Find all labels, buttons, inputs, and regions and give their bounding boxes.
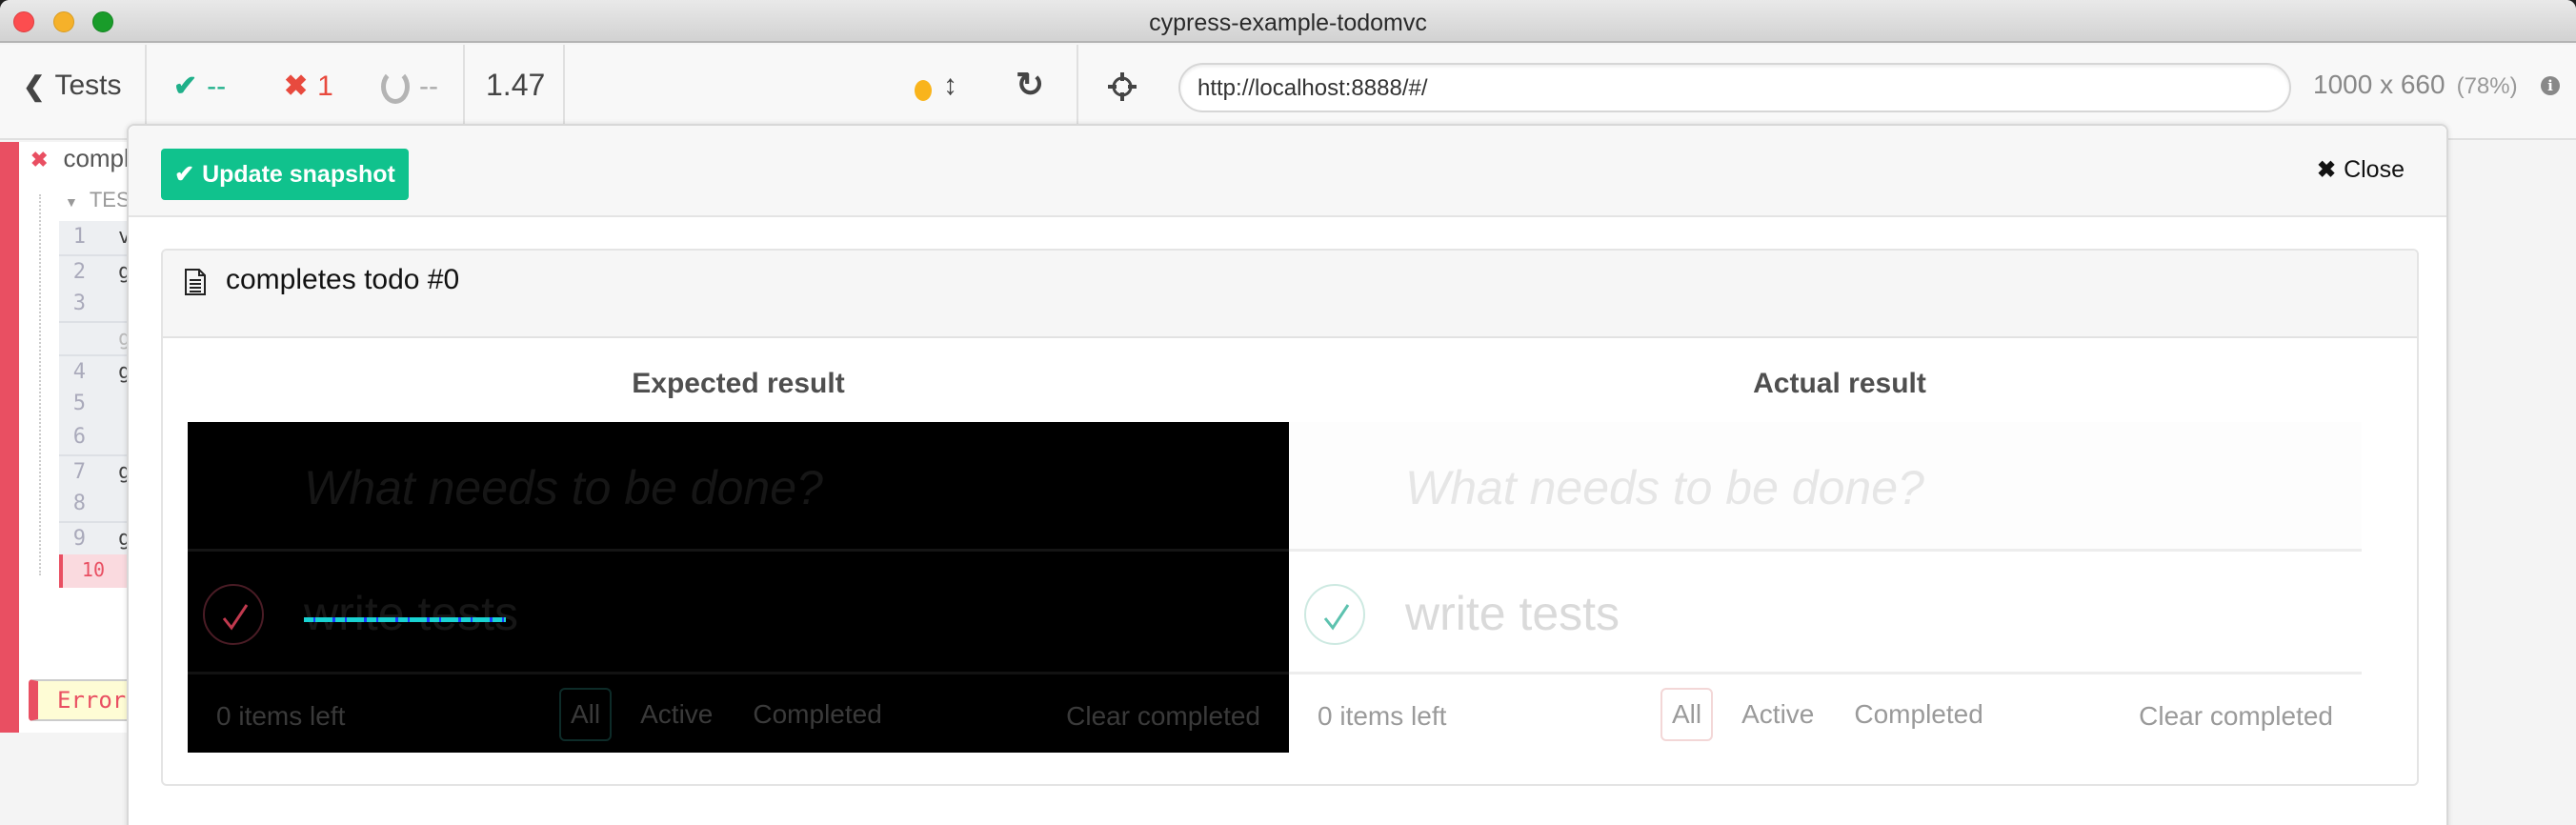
todo-footer: 0 items left All Active Completed Clear … bbox=[188, 672, 1289, 753]
run-duration: 1.47 bbox=[486, 68, 545, 103]
diff-highlight bbox=[304, 617, 506, 622]
toggle-checkbox bbox=[203, 584, 264, 645]
passed-stat: ✔ -- bbox=[173, 70, 226, 103]
new-todo-placeholder: What needs to be done? bbox=[1289, 422, 2362, 552]
items-left-count: 0 items left bbox=[216, 701, 345, 732]
todo-label: write tests bbox=[304, 586, 518, 641]
expected-snapshot-image: What needs to be done? write tests 0 ite… bbox=[188, 422, 1289, 753]
url-input[interactable]: http://localhost:8888/#/ bbox=[1178, 63, 2291, 112]
close-button[interactable]: ✖ Close bbox=[2317, 156, 2405, 184]
filter-active: Active bbox=[1730, 688, 1825, 741]
todo-footer: 0 items left All Active Completed Clear … bbox=[1289, 672, 2362, 753]
close-label: Close bbox=[2344, 156, 2405, 184]
todo-item: write tests bbox=[1289, 553, 2390, 672]
check-icon: ✔ bbox=[174, 160, 194, 189]
todo-label: write tests bbox=[1405, 586, 1620, 641]
actual-result-label: Actual result bbox=[1289, 368, 2390, 400]
command-row-failed[interactable]: 10 bbox=[59, 554, 135, 588]
command-log-panel: ✖completes todo #0 ▼TEST BODY 1visit 2ge… bbox=[0, 142, 133, 733]
viewport-size: 1000 x 660 bbox=[2313, 70, 2445, 99]
selector-playground-icon[interactable] bbox=[1107, 71, 1137, 102]
clear-completed: Clear completed bbox=[2139, 701, 2333, 732]
caret-down-icon: ▼ bbox=[65, 194, 78, 210]
snapshot-card-header: completes todo #0 bbox=[163, 251, 2417, 338]
command-row[interactable]: 9get bbox=[59, 521, 135, 554]
failed-stat: ✖ 1 bbox=[284, 70, 333, 103]
command-list: 1visit 2get 3 get 4get 5 6 7get 8 9get 1… bbox=[59, 221, 135, 588]
failed-test-indicator bbox=[0, 142, 19, 733]
pending-spinner-icon bbox=[381, 70, 410, 104]
expected-result-label: Expected result bbox=[188, 368, 1289, 400]
chevron-left-icon: ❮ bbox=[23, 70, 45, 102]
document-icon bbox=[184, 268, 207, 296]
passed-count: -- bbox=[207, 70, 226, 103]
filter-active: Active bbox=[629, 688, 724, 741]
toggle-checkbox bbox=[1304, 584, 1365, 645]
command-row[interactable]: get bbox=[59, 321, 135, 354]
auto-scroll-toggle-icon[interactable]: ↕ bbox=[943, 70, 957, 102]
command-row[interactable]: 3 bbox=[59, 288, 135, 321]
check-icon: ✔ bbox=[173, 70, 197, 103]
checkmark-icon bbox=[216, 597, 254, 635]
viewport-info: 1000 x 660 (78%) bbox=[2313, 70, 2518, 100]
x-icon: ✖ bbox=[284, 70, 308, 103]
filter-completed: Completed bbox=[1842, 688, 1994, 741]
pending-count: -- bbox=[419, 70, 438, 103]
command-row[interactable]: 2get bbox=[59, 254, 135, 288]
new-todo-placeholder: What needs to be done? bbox=[188, 422, 1289, 552]
tree-guide bbox=[39, 194, 41, 575]
checkmark-icon bbox=[1318, 597, 1356, 635]
error-message[interactable]: Error: bbox=[29, 679, 133, 721]
reload-icon[interactable]: ↻ bbox=[1016, 65, 1044, 105]
command-row[interactable]: 1visit bbox=[59, 221, 135, 254]
command-row[interactable]: 4get bbox=[59, 354, 135, 388]
todo-item: write tests bbox=[188, 553, 1289, 672]
info-icon[interactable]: i bbox=[2541, 76, 2560, 95]
title-bar: cypress-example-todomvc bbox=[0, 0, 2576, 43]
pending-stat: -- bbox=[381, 70, 438, 104]
filter-all: All bbox=[1660, 688, 1713, 741]
command-row[interactable]: 8 bbox=[59, 488, 135, 521]
actual-snapshot-image: What needs to be done? write tests 0 ite… bbox=[1289, 422, 2390, 753]
command-row[interactable]: 6 bbox=[59, 421, 135, 454]
filter-list: All Active Completed bbox=[1660, 688, 1995, 741]
snapshot-diff-modal: ✔ Update snapshot ✖ Close completes todo… bbox=[127, 124, 2448, 825]
app-window: cypress-example-todomvc ❮ Tests ✔ -- ✖ 1… bbox=[0, 0, 2576, 825]
failed-x-icon: ✖ bbox=[30, 148, 48, 171]
modal-header: ✔ Update snapshot ✖ Close bbox=[129, 126, 2446, 217]
clear-completed: Clear completed bbox=[1066, 701, 1260, 732]
filter-list: All Active Completed bbox=[559, 688, 894, 741]
items-left-count: 0 items left bbox=[1318, 701, 1446, 732]
window-title: cypress-example-todomvc bbox=[0, 10, 2576, 37]
update-snapshot-label: Update snapshot bbox=[202, 161, 395, 189]
close-icon: ✖ bbox=[2317, 156, 2336, 184]
status-indicator-dot bbox=[915, 80, 932, 101]
command-row[interactable]: 5 bbox=[59, 388, 135, 421]
failed-count: 1 bbox=[317, 70, 333, 103]
viewport-scale: (78%) bbox=[2457, 73, 2518, 99]
filter-completed: Completed bbox=[741, 688, 893, 741]
back-to-tests-button[interactable]: ❮ Tests bbox=[23, 70, 122, 102]
snapshot-title: completes todo #0 bbox=[226, 264, 459, 296]
snapshot-card: completes todo #0 Expected result Actual… bbox=[161, 249, 2419, 786]
tests-label: Tests bbox=[54, 70, 121, 102]
filter-all: All bbox=[559, 688, 612, 741]
command-row[interactable]: 7get bbox=[59, 454, 135, 488]
update-snapshot-button[interactable]: ✔ Update snapshot bbox=[161, 149, 409, 200]
